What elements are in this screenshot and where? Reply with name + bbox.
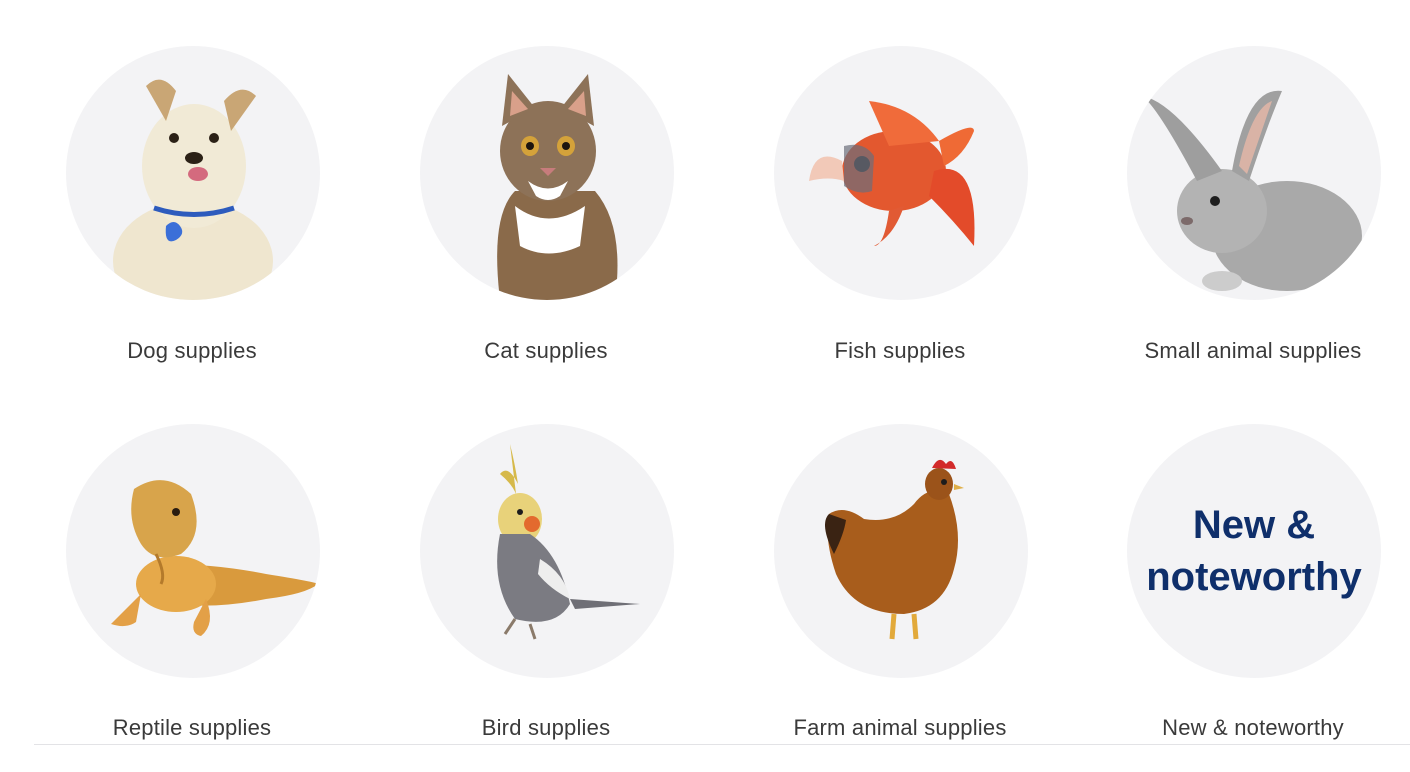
category-tile-new-noteworthy[interactable]: New & noteworthy New & noteworthy	[1103, 424, 1403, 744]
category-grid: Dog supplies Cat supplies Fish supplies …	[0, 0, 1410, 772]
category-tile-fish[interactable]: Fish supplies	[750, 46, 1050, 376]
category-label: Small animal supplies	[1144, 338, 1362, 363]
category-tile-bird[interactable]: Bird supplies	[396, 424, 696, 744]
new-noteworthy-heading: New & noteworthy	[1127, 424, 1381, 678]
new-noteworthy-line1: New &	[1192, 503, 1316, 547]
fish-image	[774, 46, 1028, 300]
category-label: New & noteworthy	[1162, 715, 1344, 740]
category-label: Bird supplies	[481, 715, 611, 740]
category-tile-small-animal[interactable]: Small animal supplies	[1103, 46, 1403, 376]
category-tile-reptile[interactable]: Reptile supplies	[42, 424, 342, 744]
new-noteworthy-line2: noteworthy	[1146, 555, 1362, 599]
category-label: Farm animal supplies	[793, 715, 1007, 740]
cat-image	[420, 46, 674, 300]
lizard-image	[66, 424, 320, 678]
category-tile-cat[interactable]: Cat supplies	[396, 46, 696, 376]
bottom-divider	[34, 744, 1410, 745]
category-label: Cat supplies	[484, 338, 608, 363]
chicken-image	[774, 424, 1028, 678]
rabbit-image	[1127, 46, 1381, 300]
category-label: Dog supplies	[127, 338, 257, 363]
category-tile-farm[interactable]: Farm animal supplies	[750, 424, 1050, 744]
dog-image	[66, 46, 320, 300]
category-tile-dog[interactable]: Dog supplies	[42, 46, 342, 376]
new-noteworthy-image: New & noteworthy	[1127, 424, 1381, 678]
cockatiel-image	[420, 424, 674, 678]
category-label: Reptile supplies	[112, 715, 272, 740]
category-label: Fish supplies	[834, 338, 966, 363]
